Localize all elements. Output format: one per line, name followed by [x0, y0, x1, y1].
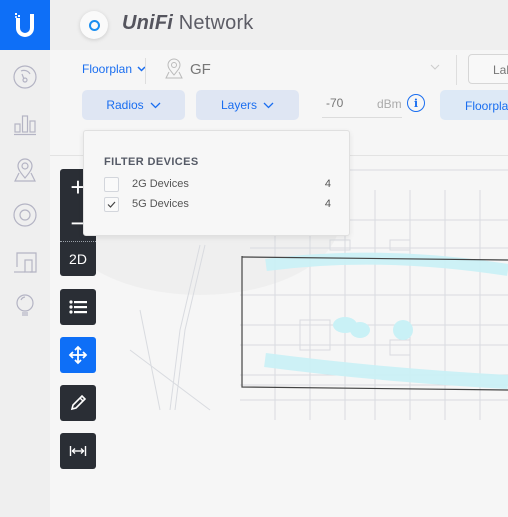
- brand-network: Network: [173, 12, 254, 34]
- sidebar-item-clients[interactable]: [10, 247, 40, 277]
- floorplan-button[interactable]: Floorplan: [440, 90, 508, 120]
- layers-dropdown[interactable]: Layers: [196, 90, 299, 120]
- filter-item-count: 4: [324, 178, 331, 190]
- sidebar-item-insights[interactable]: [10, 290, 40, 320]
- sidebar-item-map[interactable]: [10, 155, 40, 185]
- move-tool-button[interactable]: [60, 337, 96, 373]
- sidebar: [0, 0, 50, 517]
- filter-devices-title: FILTER DEVICES: [104, 156, 199, 168]
- radios-dropdown[interactable]: Radios: [82, 90, 185, 120]
- divider: [145, 58, 146, 84]
- list-button[interactable]: [60, 289, 96, 325]
- checkbox-2g-devices[interactable]: [104, 177, 119, 192]
- labels-button[interactable]: Labels: [468, 54, 508, 84]
- list-icon: [69, 300, 87, 314]
- filter-item-label: 2G Devices: [132, 178, 189, 190]
- view-mode-2d-button[interactable]: 2D: [60, 241, 96, 277]
- dashboard-gauge-icon: [13, 65, 37, 89]
- location-select[interactable]: GF: [190, 61, 211, 78]
- signal-threshold-input[interactable]: -70 dBm: [322, 90, 402, 118]
- filter-item-label: 5G Devices: [132, 198, 189, 210]
- location-chevron-down-icon[interactable]: [430, 64, 440, 70]
- checkmark-icon: [107, 201, 116, 208]
- filter-item-2g[interactable]: 2G Devices 4: [104, 176, 334, 194]
- devices-circle-icon: [13, 203, 37, 227]
- unifi-logo[interactable]: [0, 0, 50, 50]
- map-pin-icon: [14, 158, 36, 182]
- unifi-network-app: UniFi Network Floorplan GF La Radios Lay…: [0, 0, 508, 517]
- floorplan-toolbar: Floorplan GF Labels Radios Layers -70 dB…: [50, 50, 508, 130]
- location-pin-icon: [165, 58, 183, 79]
- signal-value: -70: [326, 96, 344, 110]
- move-arrows-icon: [68, 345, 88, 365]
- filter-devices-dropdown: FILTER DEVICES 2G Devices 4 5G Devices 4: [83, 130, 350, 236]
- ubiquiti-u-icon: [15, 13, 34, 37]
- filter-item-5g[interactable]: 5G Devices 4: [104, 196, 334, 214]
- brand-unifi: UniFi: [122, 12, 173, 34]
- app-title: UniFi Network: [122, 12, 254, 35]
- chevron-down-icon: [263, 102, 274, 108]
- clients-devices-icon: [14, 252, 37, 273]
- pencil-icon: [70, 394, 87, 411]
- view-dropdown-label: Floorplan: [82, 62, 133, 76]
- insights-bulb-icon: [16, 294, 34, 316]
- checkbox-5g-devices[interactable]: [104, 197, 119, 212]
- divider: [456, 55, 457, 85]
- filter-item-count: 4: [324, 198, 331, 210]
- measure-distance-icon: [69, 446, 87, 456]
- layers-label: Layers: [220, 98, 258, 112]
- sidebar-item-dashboard[interactable]: [10, 62, 40, 92]
- sidebar-item-devices[interactable]: [10, 200, 40, 230]
- draw-tool-button[interactable]: [60, 385, 96, 421]
- sidebar-item-statistics[interactable]: [10, 108, 40, 138]
- measure-tool-button[interactable]: [60, 433, 96, 469]
- status-indicator-icon[interactable]: [80, 11, 108, 39]
- view-dropdown[interactable]: Floorplan: [82, 62, 146, 76]
- chevron-down-icon: [150, 102, 161, 108]
- info-icon[interactable]: i: [407, 94, 425, 112]
- signal-unit: dBm: [377, 97, 402, 111]
- statistics-bar-chart-icon: [14, 115, 36, 136]
- app-header: UniFi Network: [50, 0, 508, 50]
- radios-label: Radios: [106, 98, 144, 112]
